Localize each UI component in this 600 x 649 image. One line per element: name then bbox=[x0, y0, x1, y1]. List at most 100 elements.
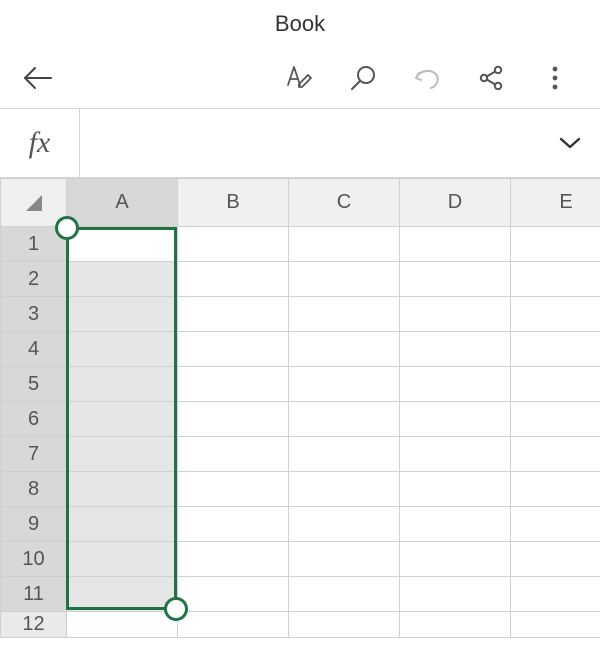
cell[interactable] bbox=[178, 577, 289, 612]
cell[interactable] bbox=[511, 612, 600, 638]
cell[interactable] bbox=[178, 297, 289, 332]
cell[interactable] bbox=[178, 507, 289, 542]
cell[interactable] bbox=[400, 577, 511, 612]
cell[interactable] bbox=[511, 472, 600, 507]
cell[interactable] bbox=[67, 612, 178, 638]
cell[interactable] bbox=[178, 402, 289, 437]
undo-icon bbox=[413, 64, 441, 92]
document-title: Book bbox=[275, 11, 325, 37]
row-header[interactable]: 4 bbox=[1, 332, 67, 367]
cell[interactable] bbox=[289, 402, 400, 437]
cell[interactable] bbox=[400, 332, 511, 367]
cell[interactable] bbox=[178, 437, 289, 472]
select-all-triangle-icon bbox=[24, 193, 44, 213]
back-button[interactable] bbox=[18, 58, 58, 98]
cell[interactable] bbox=[289, 437, 400, 472]
cell[interactable] bbox=[67, 507, 178, 542]
grid-body: 1 2 3 4 5 6 7 8 9 10 11 12 bbox=[1, 227, 600, 638]
row-header[interactable]: 3 bbox=[1, 297, 67, 332]
cell[interactable] bbox=[67, 577, 178, 612]
search-icon bbox=[349, 64, 377, 92]
cell[interactable] bbox=[289, 542, 400, 577]
row-header[interactable]: 6 bbox=[1, 402, 67, 437]
cell[interactable] bbox=[289, 472, 400, 507]
cell[interactable] bbox=[67, 542, 178, 577]
cell[interactable] bbox=[67, 332, 178, 367]
cell[interactable] bbox=[400, 507, 511, 542]
cell[interactable] bbox=[400, 297, 511, 332]
cell[interactable] bbox=[400, 542, 511, 577]
row-header[interactable]: 5 bbox=[1, 367, 67, 402]
row-header[interactable]: 11 bbox=[1, 577, 67, 612]
cell[interactable] bbox=[67, 227, 178, 262]
formula-expand-button[interactable] bbox=[540, 109, 600, 177]
cell[interactable] bbox=[289, 332, 400, 367]
cell[interactable] bbox=[67, 437, 178, 472]
formula-input[interactable] bbox=[80, 109, 540, 177]
cell[interactable] bbox=[67, 472, 178, 507]
cell[interactable] bbox=[178, 262, 289, 297]
back-arrow-icon bbox=[23, 66, 53, 90]
cell[interactable] bbox=[400, 437, 511, 472]
cell[interactable] bbox=[289, 577, 400, 612]
font-format-button[interactable] bbox=[272, 51, 326, 105]
chevron-down-icon bbox=[559, 136, 581, 150]
cell[interactable] bbox=[511, 227, 600, 262]
select-all-corner[interactable] bbox=[1, 179, 67, 227]
column-header-b[interactable]: B bbox=[178, 179, 289, 227]
cell[interactable] bbox=[289, 297, 400, 332]
undo-button[interactable] bbox=[400, 51, 454, 105]
cell[interactable] bbox=[511, 542, 600, 577]
formula-bar: fx bbox=[0, 108, 600, 178]
cell[interactable] bbox=[511, 437, 600, 472]
cell[interactable] bbox=[400, 472, 511, 507]
column-header-c[interactable]: C bbox=[289, 179, 400, 227]
column-header-a[interactable]: A bbox=[67, 179, 178, 227]
search-button[interactable] bbox=[336, 51, 390, 105]
cell[interactable] bbox=[289, 367, 400, 402]
share-button[interactable] bbox=[464, 51, 518, 105]
cell[interactable] bbox=[178, 542, 289, 577]
cell[interactable] bbox=[511, 577, 600, 612]
column-header-e[interactable]: E bbox=[511, 179, 600, 227]
cell[interactable] bbox=[511, 332, 600, 367]
cell[interactable] bbox=[400, 367, 511, 402]
spreadsheet-grid[interactable]: A B C D E 1 2 3 4 5 6 7 8 9 10 11 12 bbox=[0, 178, 600, 638]
cell[interactable] bbox=[67, 262, 178, 297]
cell[interactable] bbox=[178, 332, 289, 367]
cell[interactable] bbox=[67, 367, 178, 402]
cell[interactable] bbox=[289, 227, 400, 262]
fx-label[interactable]: fx bbox=[0, 109, 80, 177]
cell[interactable] bbox=[511, 297, 600, 332]
selection-handle-bottom-right[interactable] bbox=[164, 597, 188, 621]
cell[interactable] bbox=[289, 507, 400, 542]
cell[interactable] bbox=[178, 612, 289, 638]
row-header[interactable]: 7 bbox=[1, 437, 67, 472]
cell[interactable] bbox=[289, 612, 400, 638]
selection-handle-top-left[interactable] bbox=[55, 216, 79, 240]
cell[interactable] bbox=[67, 402, 178, 437]
cell[interactable] bbox=[400, 402, 511, 437]
cell[interactable] bbox=[511, 402, 600, 437]
cell[interactable] bbox=[289, 262, 400, 297]
cell[interactable] bbox=[67, 297, 178, 332]
cell[interactable] bbox=[178, 227, 289, 262]
title-bar: Book bbox=[0, 0, 600, 48]
more-vertical-icon bbox=[543, 65, 567, 91]
column-header-d[interactable]: D bbox=[400, 179, 511, 227]
cell[interactable] bbox=[178, 472, 289, 507]
cell[interactable] bbox=[178, 367, 289, 402]
row-header[interactable]: 9 bbox=[1, 507, 67, 542]
more-menu-button[interactable] bbox=[528, 51, 582, 105]
cell[interactable] bbox=[511, 507, 600, 542]
cell[interactable] bbox=[511, 262, 600, 297]
row-header[interactable]: 10 bbox=[1, 542, 67, 577]
cell[interactable] bbox=[511, 367, 600, 402]
row-header[interactable]: 2 bbox=[1, 262, 67, 297]
row-header[interactable]: 12 bbox=[1, 612, 67, 638]
cell[interactable] bbox=[400, 262, 511, 297]
cell[interactable] bbox=[400, 227, 511, 262]
font-pen-icon bbox=[284, 63, 314, 93]
row-header[interactable]: 8 bbox=[1, 472, 67, 507]
cell[interactable] bbox=[400, 612, 511, 638]
